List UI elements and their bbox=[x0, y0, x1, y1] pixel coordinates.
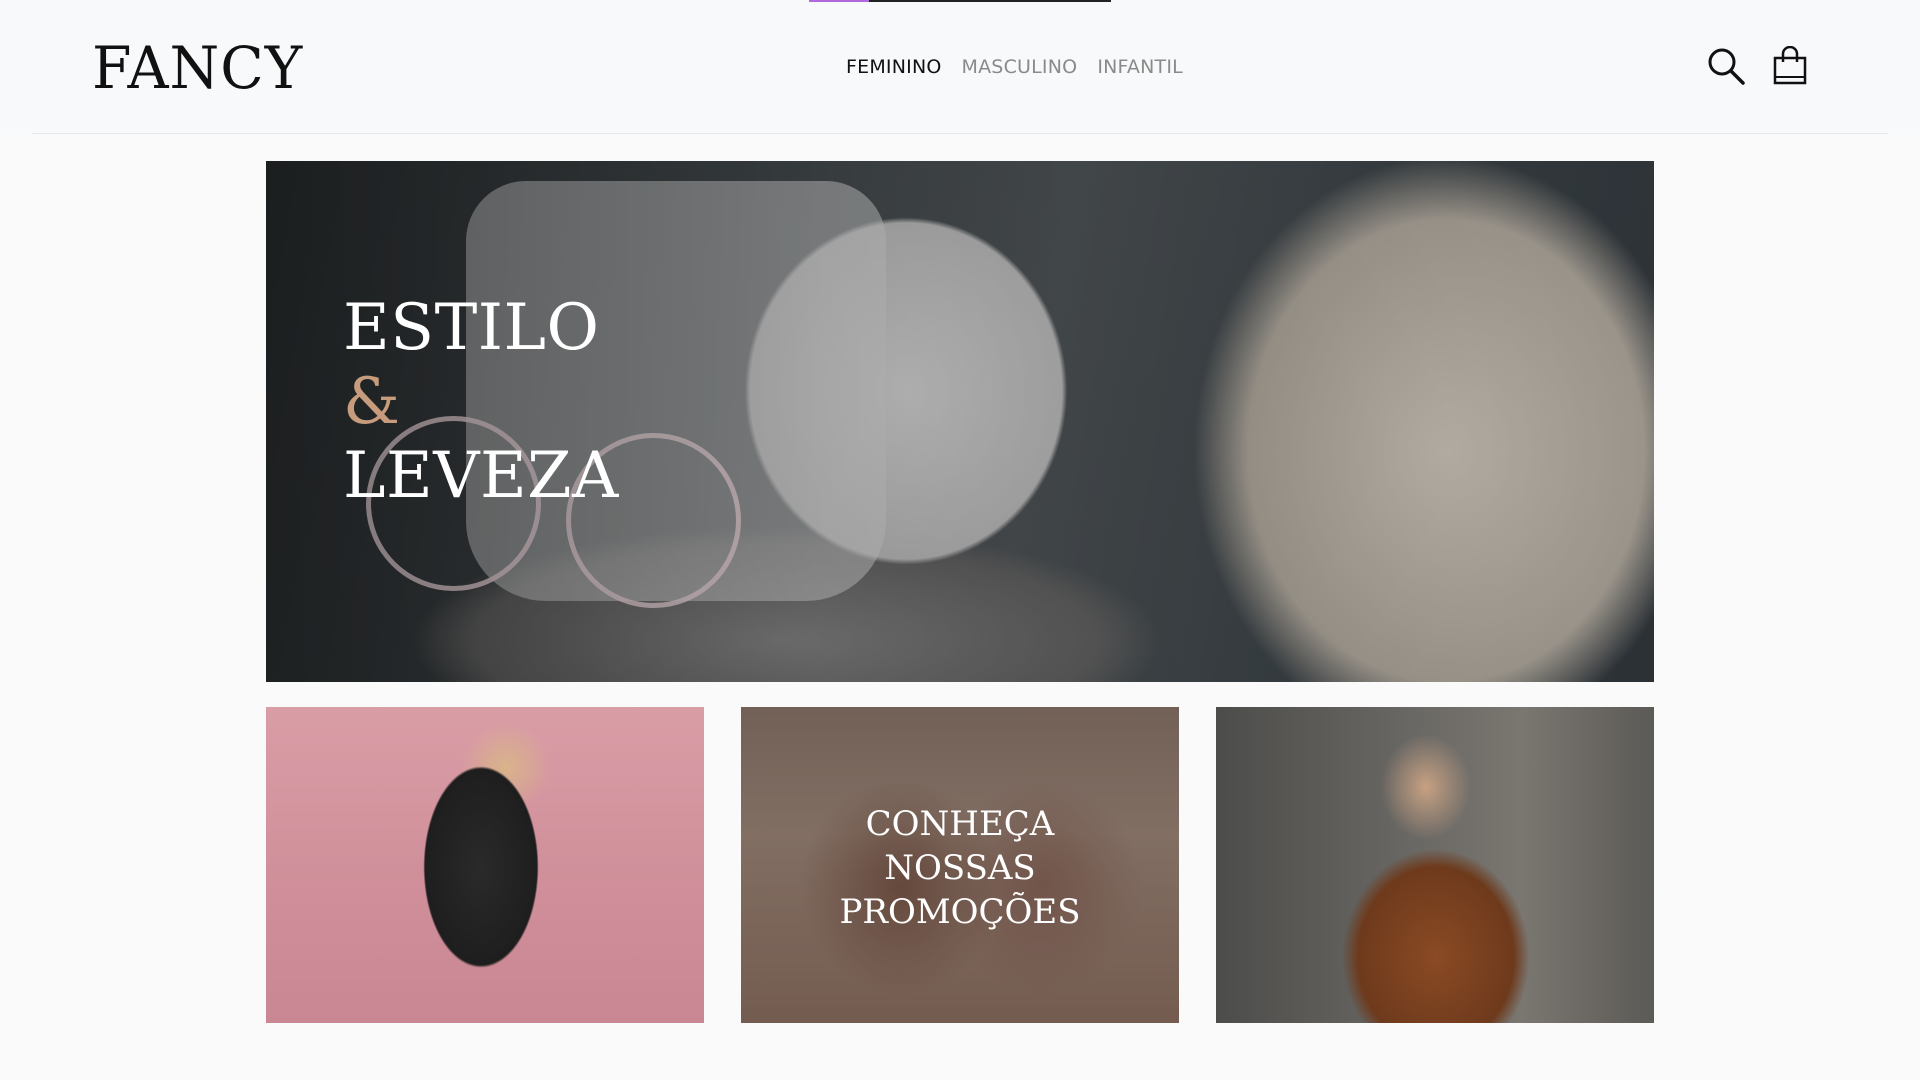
hero-banner[interactable]: ESTILO & LEVEZA bbox=[266, 161, 1654, 682]
main-nav: FEMININO MASCULINO INFANTIL bbox=[846, 52, 1183, 82]
nav-item-infantil[interactable]: INFANTIL bbox=[1097, 52, 1183, 82]
nav-item-feminino[interactable]: FEMININO bbox=[846, 52, 942, 82]
promo-title-line3: PROMOÇÕES bbox=[839, 892, 1081, 932]
site-header: FANCY FEMININO MASCULINO INFANTIL bbox=[0, 0, 1920, 134]
hero-title-ampersand: & bbox=[343, 365, 401, 439]
nav-item-masculino[interactable]: MASCULINO bbox=[962, 52, 1078, 82]
search-icon[interactable] bbox=[1706, 46, 1746, 86]
loading-bar-fill bbox=[809, 0, 870, 2]
shopping-bag-icon[interactable] bbox=[1770, 45, 1810, 86]
promo-title-line2: NOSSAS bbox=[884, 848, 1036, 888]
hero-title-line3: LEVEZA bbox=[343, 439, 619, 513]
promo-title: CONHEÇA NOSSAS PROMOÇÕES bbox=[741, 802, 1179, 934]
header-divider bbox=[32, 133, 1888, 134]
hero-title: ESTILO & LEVEZA bbox=[343, 291, 619, 513]
promo-title-line1: CONHEÇA bbox=[865, 804, 1055, 844]
loading-bar bbox=[809, 0, 1111, 2]
category-card-masculino[interactable] bbox=[1216, 707, 1654, 1023]
category-card-promocoes[interactable]: CONHEÇA NOSSAS PROMOÇÕES bbox=[741, 707, 1179, 1023]
hero-title-line1: ESTILO bbox=[343, 291, 600, 365]
brand-logo[interactable]: FANCY bbox=[92, 32, 303, 104]
page: FANCY FEMININO MASCULINO INFANTIL ESTILO… bbox=[0, 0, 1920, 1080]
category-card-feminino[interactable] bbox=[266, 707, 704, 1023]
